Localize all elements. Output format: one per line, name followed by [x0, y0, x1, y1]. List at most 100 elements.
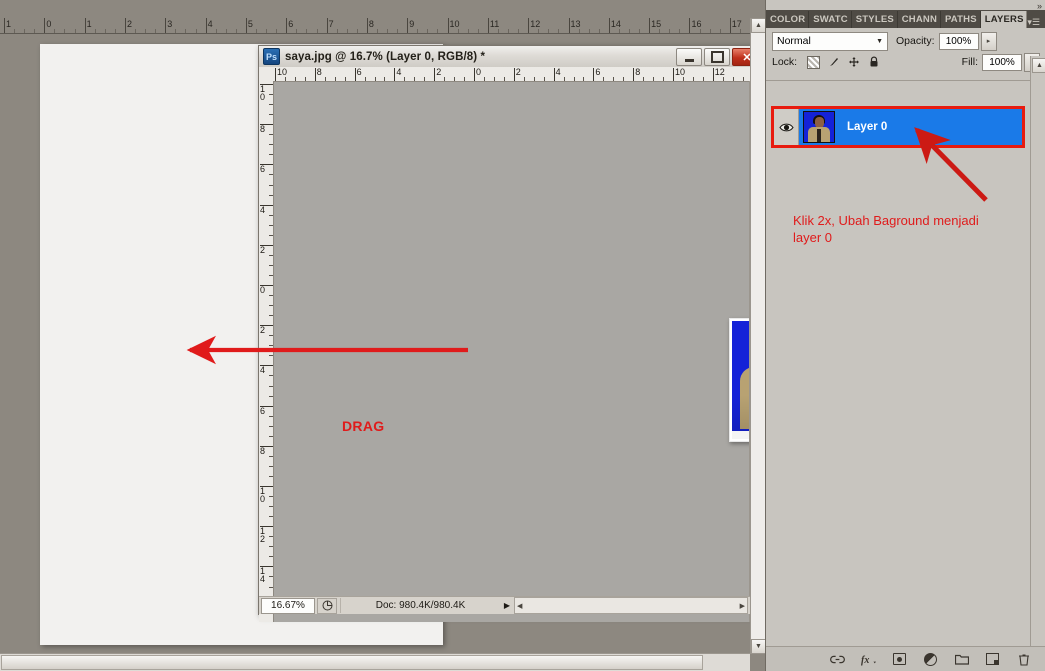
- ruler-minor-tick: [215, 29, 217, 33]
- layer-row-layer-0[interactable]: Layer 0: [774, 109, 1022, 145]
- new-layer-icon[interactable]: [985, 652, 1000, 667]
- ruler-label: 6: [260, 405, 266, 416]
- ruler-minor-tick: [269, 134, 273, 136]
- ruler-minor-tick: [269, 435, 273, 437]
- layer-style-fx-icon[interactable]: fx: [861, 652, 876, 667]
- ruler-minor-tick: [336, 29, 338, 33]
- ruler-minor-tick: [269, 425, 273, 427]
- document-vertical-ruler[interactable]: 10 8 6 4 2 0 2 4 6 8 10 12 14: [259, 81, 274, 622]
- ruler-label: 2: [260, 244, 266, 255]
- ruler-label: 2: [126, 19, 132, 29]
- new-group-folder-icon[interactable]: [954, 652, 969, 667]
- zoom-level-field[interactable]: 16.67%: [261, 597, 315, 614]
- ruler-minor-tick: [175, 29, 177, 33]
- lock-transparency-icon[interactable]: [807, 55, 821, 69]
- ruler-label: 14: [260, 566, 266, 585]
- ruler-minor-tick: [639, 29, 641, 33]
- ruler-minor-tick: [623, 77, 625, 81]
- chevron-down-icon: ▼: [876, 37, 883, 45]
- document-titlebar[interactable]: Ps saya.jpg @ 16.7% (Layer 0, RGB/8) * ✕: [259, 46, 765, 68]
- eye-icon: [778, 123, 794, 131]
- ruler-label: 15: [651, 19, 662, 29]
- ruler-minor-tick: [269, 536, 273, 538]
- delete-layer-trash-icon[interactable]: [1016, 652, 1031, 667]
- ruler-minor-tick: [364, 77, 366, 81]
- ruler-label: 6: [356, 67, 362, 77]
- opacity-stepper[interactable]: ▸: [980, 31, 997, 51]
- layers-scroll-up-arrow[interactable]: ▲: [1032, 58, 1045, 73]
- ruler-minor-tick: [104, 29, 106, 33]
- tab-swatches[interactable]: SWATC: [809, 11, 852, 28]
- minimize-button[interactable]: [676, 48, 702, 66]
- document-window[interactable]: Ps saya.jpg @ 16.7% (Layer 0, RGB/8) * ✕…: [258, 45, 766, 622]
- layer-visibility-toggle[interactable]: [774, 109, 799, 145]
- ruler-minor-tick: [682, 77, 684, 81]
- app-scroll-up-arrow[interactable]: ▲: [751, 18, 766, 33]
- lock-image-brush-icon[interactable]: [827, 56, 840, 69]
- ruler-label: 4: [260, 204, 266, 215]
- ruler-minor-tick: [699, 29, 701, 33]
- document-status-bar: 16.67% Doc: 980.4K/980.4K ▶ ◀ ▶: [259, 596, 765, 614]
- opacity-input[interactable]: 100%: [938, 32, 979, 50]
- ruler-minor-tick: [702, 77, 704, 81]
- app-scroll-down-arrow[interactable]: ▼: [751, 639, 766, 654]
- layer-name-label[interactable]: Layer 0: [847, 121, 887, 133]
- fill-label: Fill:: [961, 56, 978, 68]
- layers-panel-toolbar: fx: [766, 646, 1045, 671]
- new-adjustment-layer-icon[interactable]: [923, 652, 938, 667]
- document-work-area[interactable]: DRAG: [274, 82, 750, 622]
- app-horizontal-scroll-thumb[interactable]: [1, 655, 703, 670]
- document-horizontal-ruler[interactable]: 10 8 6 4 2 0 2 4 6 8 10 12: [273, 67, 750, 82]
- ruler-minor-tick: [296, 29, 298, 33]
- opacity-label: Opacity:: [896, 35, 935, 47]
- ruler-minor-tick: [503, 77, 505, 81]
- ruler-minor-tick: [722, 77, 724, 81]
- ruler-label: 4: [396, 67, 402, 77]
- ruler-minor-tick: [195, 29, 197, 33]
- add-layer-mask-icon[interactable]: [892, 652, 907, 667]
- ruler-minor-tick: [454, 77, 456, 81]
- ruler-minor-tick: [464, 77, 466, 81]
- ruler-minor-tick: [24, 29, 26, 33]
- ruler-minor-tick: [155, 29, 157, 33]
- tab-channels[interactable]: CHANN: [897, 11, 941, 28]
- ruler-minor-tick: [739, 29, 741, 33]
- ruler-minor-tick: [269, 415, 273, 417]
- ruler-minor-tick: [269, 516, 273, 518]
- ruler-label: 6: [595, 67, 601, 77]
- page-icon: [322, 600, 332, 611]
- document-size-icon[interactable]: [317, 597, 337, 614]
- restore-button[interactable]: [704, 48, 730, 66]
- app-top-strip: [0, 0, 750, 18]
- layers-panel-scrollbar[interactable]: ▲ ▼: [1030, 56, 1045, 671]
- tab-paths[interactable]: PATHS: [940, 11, 981, 28]
- panel-menu-icon[interactable]: ▾☰: [1027, 17, 1045, 28]
- tab-layers[interactable]: LAYERS: [980, 11, 1028, 28]
- ruler-minor-tick: [384, 77, 386, 81]
- scroll-left-arrow[interactable]: ◀: [515, 602, 524, 610]
- ruler-minor-tick: [659, 29, 661, 33]
- link-layers-icon[interactable]: [830, 652, 845, 667]
- tab-styles[interactable]: STYLES: [851, 11, 898, 28]
- photo-image[interactable]: [729, 318, 750, 442]
- app-horizontal-ruler[interactable]: 1 0 1 2 3 4 5 6 7 8 9 10 11 12 13 14 15 16 17: [0, 18, 750, 34]
- ruler-minor-tick: [397, 29, 399, 33]
- layer-thumbnail[interactable]: [803, 111, 835, 143]
- document-horizontal-scrollbar[interactable]: ◀ ▶: [514, 597, 748, 614]
- scroll-right-arrow[interactable]: ▶: [738, 602, 747, 610]
- document-info-arrow[interactable]: ▶: [500, 598, 514, 613]
- ruler-minor-tick: [679, 29, 681, 33]
- fill-input[interactable]: 100%: [982, 53, 1022, 71]
- ruler-minor-tick: [269, 355, 273, 357]
- lock-all-padlock-icon[interactable]: [867, 56, 880, 69]
- ruler-label: 8: [635, 67, 641, 77]
- ruler-minor-tick: [114, 29, 116, 33]
- layer-list[interactable]: Layer 0: [766, 80, 1031, 641]
- tab-color[interactable]: COLOR: [766, 11, 810, 28]
- app-horizontal-scrollbar[interactable]: [0, 653, 750, 671]
- lock-position-move-icon[interactable]: [847, 56, 860, 69]
- ruler-minor-tick: [742, 77, 744, 81]
- blend-mode-select[interactable]: Normal ▼: [772, 31, 888, 51]
- ruler-minor-tick: [508, 29, 510, 33]
- ruler-minor-tick: [145, 29, 147, 33]
